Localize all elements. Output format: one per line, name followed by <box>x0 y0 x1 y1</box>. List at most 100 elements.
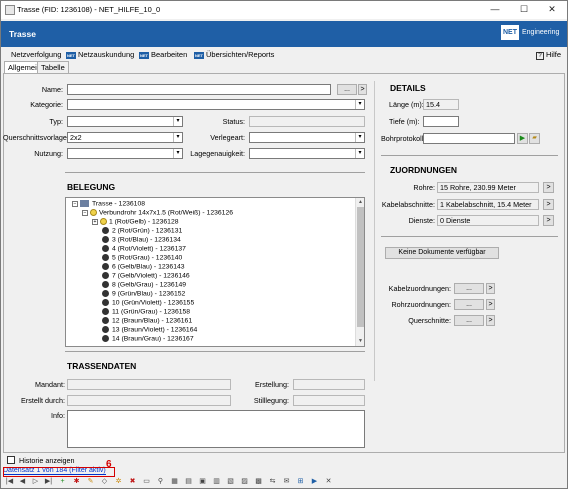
edit-icon[interactable]: ✎ <box>86 477 95 486</box>
typ-select[interactable]: ▾ <box>67 116 183 127</box>
nutzung-select[interactable]: ▾ <box>67 148 183 159</box>
tab-tabelle[interactable]: Tabelle <box>37 61 69 73</box>
menu-uebersichten-reports[interactable]: NET Übersichten/Reports <box>194 50 274 59</box>
run-icon[interactable]: ▶ <box>310 477 319 486</box>
mail-icon[interactable]: ✉ <box>282 477 291 486</box>
close-record-icon[interactable]: ✕ <box>324 477 333 486</box>
menu-netzverfolgung[interactable]: Netzverfolgung <box>11 50 61 59</box>
tree-item[interactable]: 2 (Rot/Grün) - 1236131 <box>102 227 182 234</box>
historie-checkbox[interactable] <box>7 456 15 464</box>
tree-label: 3 (Rot/Blau) - 1236134 <box>112 236 181 244</box>
lagegenauigkeit-select[interactable]: ▾ <box>249 148 365 159</box>
collapse-icon[interactable]: − <box>72 200 78 207</box>
tree-root[interactable]: − Trasse - 1236108 <box>72 200 145 207</box>
select-icon[interactable]: ▣ <box>198 477 207 486</box>
net-logo: NET <box>501 25 519 40</box>
tiefe-field[interactable] <box>423 116 459 127</box>
querschnittsvorlage-select[interactable]: 2x2 ▾ <box>67 132 183 143</box>
expand-icon[interactable]: + <box>92 218 98 225</box>
tree-label: 2 (Rot/Grün) - 1236131 <box>112 227 183 235</box>
close-button[interactable]: ✕ <box>538 2 566 18</box>
pipe-icon <box>102 308 109 315</box>
mandant-field <box>67 379 231 390</box>
menu-netzauskundung[interactable]: NET Netzauskundung <box>66 50 134 59</box>
scroll-up-icon[interactable]: ▲ <box>356 198 364 206</box>
tree-item[interactable]: 13 (Braun/Violett) - 1236164 <box>102 326 197 333</box>
tree-item[interactable]: 10 (Grün/Violett) - 1236155 <box>102 299 194 306</box>
tiefe-label: Tiefe (m): <box>389 117 420 126</box>
add-record-icon[interactable]: + <box>58 477 67 486</box>
geometry-icon[interactable]: ◇ <box>100 477 109 486</box>
delete-icon[interactable]: ✖ <box>128 477 137 486</box>
first-record-icon[interactable]: |◀ <box>5 477 14 486</box>
dienste-nav-button[interactable]: > <box>543 215 554 226</box>
keine-dokumente-button[interactable]: Keine Dokumente verfügbar <box>385 247 499 259</box>
next-record-icon[interactable]: ▷ <box>31 477 40 486</box>
pipe-icon <box>102 281 109 288</box>
maximize-button[interactable]: ☐ <box>510 2 538 18</box>
tree-item[interactable]: 4 (Rot/Violett) - 1236137 <box>102 245 186 252</box>
document-icon[interactable]: ▨ <box>240 477 249 486</box>
last-record-icon[interactable]: ▶| <box>44 477 53 486</box>
pipe-icon <box>102 335 109 342</box>
selected-value: 2x2 <box>70 133 82 142</box>
tree-item[interactable]: 6 (Gelb/Blau) - 1236143 <box>102 263 185 270</box>
scroll-down-icon[interactable]: ▼ <box>356 337 364 345</box>
tree-item[interactable]: 12 (Braun/Blau) - 1236161 <box>102 317 192 324</box>
report-icon[interactable]: ▧ <box>226 477 235 486</box>
tree-item[interactable]: 14 (Braun/Grau) - 1236167 <box>102 335 194 342</box>
minimize-button[interactable]: — <box>481 2 509 18</box>
table-icon[interactable]: ▦ <box>170 477 179 486</box>
kabelabschnitte-nav-button[interactable]: > <box>543 199 554 210</box>
kabelzuordnungen-button[interactable]: ... <box>454 283 484 294</box>
tree-verbundrohr[interactable]: − Verbundrohr 14x7x1.5 (Rot/Weiß) - 12361… <box>82 209 233 216</box>
tree-item[interactable]: +1 (Rot/Gelb) - 1236128 <box>92 218 179 225</box>
tree-item[interactable]: 8 (Gelb/Grau) - 1236149 <box>102 281 186 288</box>
tree-label: Trasse - 1236108 <box>92 200 146 208</box>
tree-item[interactable]: 11 (Grün/Grau) - 1236158 <box>102 308 190 315</box>
name-next-button[interactable]: > <box>358 84 367 95</box>
duct-icon <box>90 209 97 216</box>
name-more-button[interactable]: ... <box>337 84 357 95</box>
laenge-label: Länge (m): <box>389 100 424 109</box>
layout-icon[interactable]: ▥ <box>212 477 221 486</box>
tree-scrollbar[interactable]: ▲ ▼ <box>355 198 364 346</box>
bohrprotokoll-field[interactable] <box>423 133 515 144</box>
tree-item[interactable]: 5 (Rot/Grau) - 1236140 <box>102 254 182 261</box>
tree-item[interactable]: 7 (Gelb/Violett) - 1236146 <box>102 272 190 279</box>
nutzung-label: Nutzung: <box>34 149 63 158</box>
expand-icon[interactable]: ⊞ <box>296 477 305 486</box>
list-icon[interactable]: ▤ <box>184 477 193 486</box>
rohre-nav-button[interactable]: > <box>543 182 554 193</box>
scroll-thumb[interactable] <box>357 207 364 327</box>
previous-record-icon[interactable]: ◀ <box>18 477 27 486</box>
menu-hilfe[interactable]: ? Hilfe <box>536 50 561 60</box>
info-textarea[interactable] <box>67 410 365 448</box>
rohrzuordnungen-nav-button[interactable]: > <box>486 299 495 310</box>
menu-bearbeiten[interactable]: NET Bearbeiten <box>139 50 187 59</box>
belegung-tree[interactable]: − Trasse - 1236108 − Verbundrohr 14x7x1.5 … <box>65 197 365 347</box>
querschnitte-nav-button[interactable]: > <box>486 315 495 326</box>
kategorie-select[interactable]: ▾ <box>67 99 365 110</box>
pipe-icon <box>102 326 109 333</box>
verlegeart-select[interactable]: ▾ <box>249 132 365 143</box>
tree-item[interactable]: 9 (Grün/Blau) - 1236152 <box>102 290 185 297</box>
querschnitte-label: Querschnitte: <box>408 316 451 325</box>
grid-icon[interactable]: ▩ <box>254 477 263 486</box>
kabelzuordnungen-nav-button[interactable]: > <box>486 283 495 294</box>
sun-icon[interactable]: ✲ <box>114 477 123 486</box>
swap-icon[interactable]: ⇆ <box>268 477 277 486</box>
filter-icon[interactable]: ✱ <box>72 477 81 486</box>
zoom-icon[interactable]: ⚲ <box>156 477 165 486</box>
print-icon[interactable]: ▭ <box>142 477 151 486</box>
tree-item[interactable]: 3 (Rot/Blau) - 1236134 <box>102 236 181 243</box>
name-label: Name: <box>41 85 63 94</box>
separator <box>381 236 558 237</box>
querschnitte-button[interactable]: ... <box>454 315 484 326</box>
rohrzuordnungen-button[interactable]: ... <box>454 299 484 310</box>
collapse-icon[interactable]: − <box>82 209 88 216</box>
pipe-icon <box>102 263 109 270</box>
folder-icon[interactable]: ▰ <box>529 133 540 144</box>
name-field[interactable] <box>67 84 331 95</box>
play-icon[interactable]: ▶ <box>517 133 528 144</box>
